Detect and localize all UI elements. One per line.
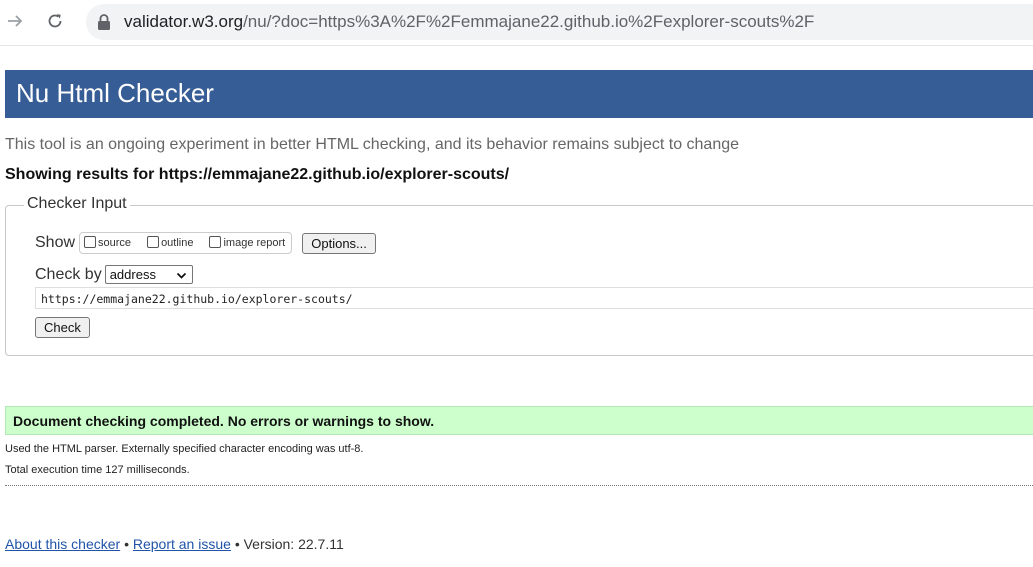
check-by-label: Check by bbox=[35, 265, 102, 283]
check-button[interactable]: Check bbox=[35, 317, 90, 338]
show-options-row: Show source outline image report Options… bbox=[35, 232, 376, 254]
source-checkbox[interactable] bbox=[84, 236, 97, 248]
source-option-label: source bbox=[98, 237, 132, 249]
checker-input-legend: Checker Input bbox=[24, 195, 130, 213]
document-url-input[interactable]: https://emmajane22.github.io/explorer-sc… bbox=[35, 287, 1033, 309]
version-text: • Version: 22.7.11 bbox=[234, 536, 344, 552]
page-footer: About this checker • Report an issue • V… bbox=[5, 536, 344, 552]
footer-separator: • bbox=[124, 536, 129, 552]
forward-arrow-icon[interactable] bbox=[4, 10, 26, 32]
about-checker-link[interactable]: About this checker bbox=[5, 536, 120, 552]
image-report-checkbox[interactable] bbox=[209, 236, 222, 248]
outline-checkbox[interactable] bbox=[147, 236, 160, 248]
chevron-down-icon bbox=[176, 269, 187, 284]
image-report-option-label: image report bbox=[223, 237, 286, 249]
options-button[interactable]: Options... bbox=[302, 232, 376, 254]
show-options-group: source outline image report bbox=[79, 232, 293, 254]
parser-info: Used the HTML parser. Externally specifi… bbox=[5, 443, 364, 455]
success-message-box: Document checking completed. No errors o… bbox=[5, 406, 1033, 435]
execution-time-info: Total execution time 127 milliseconds. bbox=[5, 464, 190, 476]
dotted-divider bbox=[5, 485, 1033, 486]
image-report-option[interactable]: image report bbox=[209, 236, 286, 249]
page-header: Nu Html Checker bbox=[5, 70, 1033, 118]
show-label: Show bbox=[35, 234, 76, 251]
showing-results-heading: Showing results for https://emmajane22.g… bbox=[5, 166, 510, 183]
page-title: Nu Html Checker bbox=[16, 78, 214, 108]
address-url[interactable]: validator.w3.org/nu/?doc=https%3A%2F%2Fe… bbox=[124, 12, 814, 32]
url-host: validator.w3.org bbox=[124, 12, 244, 31]
source-option[interactable]: source bbox=[84, 236, 132, 249]
check-by-row: Check by address bbox=[35, 265, 193, 284]
browser-toolbar: validator.w3.org/nu/?doc=https%3A%2F%2Fe… bbox=[0, 0, 1033, 46]
check-by-select[interactable]: address bbox=[104, 265, 193, 284]
check-by-value: address bbox=[109, 267, 156, 282]
outline-option-label: outline bbox=[161, 237, 194, 249]
success-message: Document checking completed. No errors o… bbox=[13, 413, 435, 429]
url-path: /nu/?doc=https%3A%2F%2Femmajane22.github… bbox=[243, 12, 815, 31]
outline-option[interactable]: outline bbox=[147, 236, 194, 249]
reload-icon[interactable] bbox=[44, 10, 66, 32]
report-issue-link[interactable]: Report an issue bbox=[133, 536, 231, 552]
lock-icon[interactable] bbox=[96, 13, 112, 31]
experiment-notice: This tool is an ongoing experiment in be… bbox=[5, 136, 740, 153]
